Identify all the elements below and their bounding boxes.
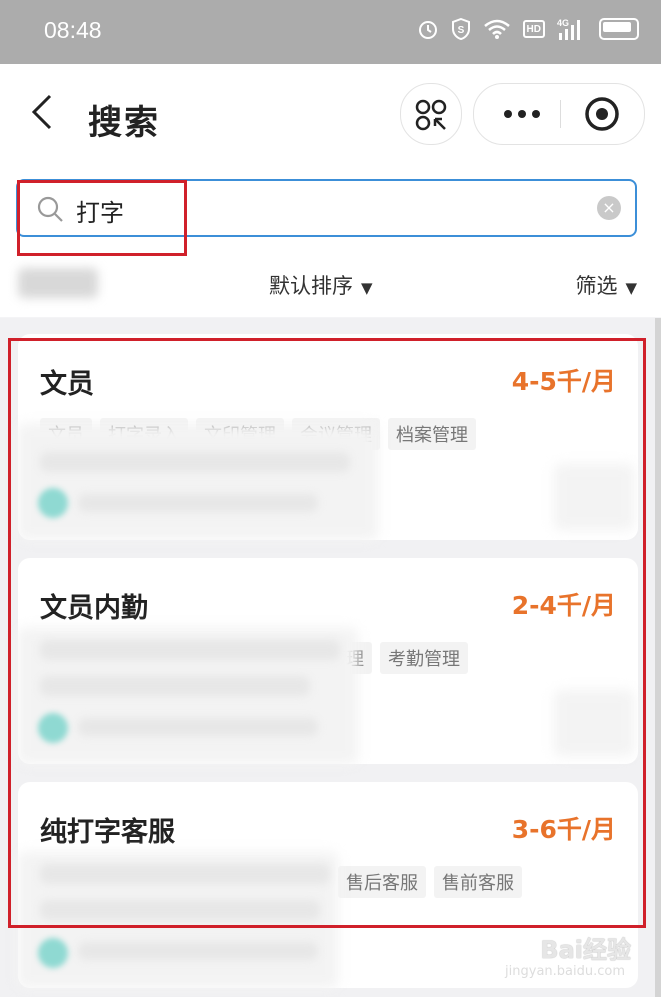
- status-icons: S HD 4G: [417, 17, 639, 41]
- highlight-box-results: [8, 338, 646, 928]
- wifi-icon: [483, 18, 511, 40]
- nav-bar: 搜索: [0, 64, 661, 167]
- blurred-avatar: [38, 938, 68, 968]
- status-bar: 08:48 S HD 4G: [0, 0, 661, 64]
- page-title: 搜索: [88, 103, 160, 143]
- location-filter-blurred[interactable]: [18, 268, 98, 298]
- scan-icon: [415, 99, 447, 131]
- sort-dropdown[interactable]: 默认排序 ▼: [269, 270, 373, 300]
- filter-label: 筛选: [575, 274, 618, 298]
- back-button[interactable]: [22, 92, 62, 132]
- battery-icon: [599, 18, 639, 40]
- signal-icon: 4G: [557, 17, 587, 41]
- caret-down-icon: ▼: [625, 279, 637, 297]
- filter-row: 默认排序 ▼ 筛选 ▼: [0, 262, 661, 310]
- status-time: 08:48: [44, 17, 102, 43]
- target-close-icon: [585, 97, 619, 131]
- filter-dropdown[interactable]: 筛选 ▼: [575, 270, 637, 300]
- hd-badge: HD: [522, 20, 545, 38]
- scan-button[interactable]: [400, 83, 462, 145]
- scrollbar[interactable]: [655, 318, 661, 997]
- watermark-logo: Bai经验: [540, 936, 631, 964]
- highlight-box-search: [17, 180, 187, 256]
- more-dots-icon: [504, 110, 540, 118]
- sort-label: 默认排序: [269, 274, 353, 298]
- mini-program-capsule: [473, 83, 645, 145]
- clear-icon[interactable]: ×: [597, 196, 621, 220]
- svg-text:S: S: [457, 25, 464, 36]
- close-button[interactable]: [572, 84, 644, 144]
- more-button[interactable]: [474, 84, 572, 144]
- watermark-url: jingyan.baidu.com: [505, 964, 625, 979]
- capsule-divider: [560, 100, 561, 128]
- svg-text:4G: 4G: [557, 18, 569, 28]
- chevron-left-icon: [31, 94, 52, 130]
- caret-down-icon: ▼: [361, 279, 373, 297]
- blurred-recruiter: [78, 942, 318, 960]
- alarm-icon: [417, 18, 439, 40]
- shield-icon: S: [451, 18, 471, 40]
